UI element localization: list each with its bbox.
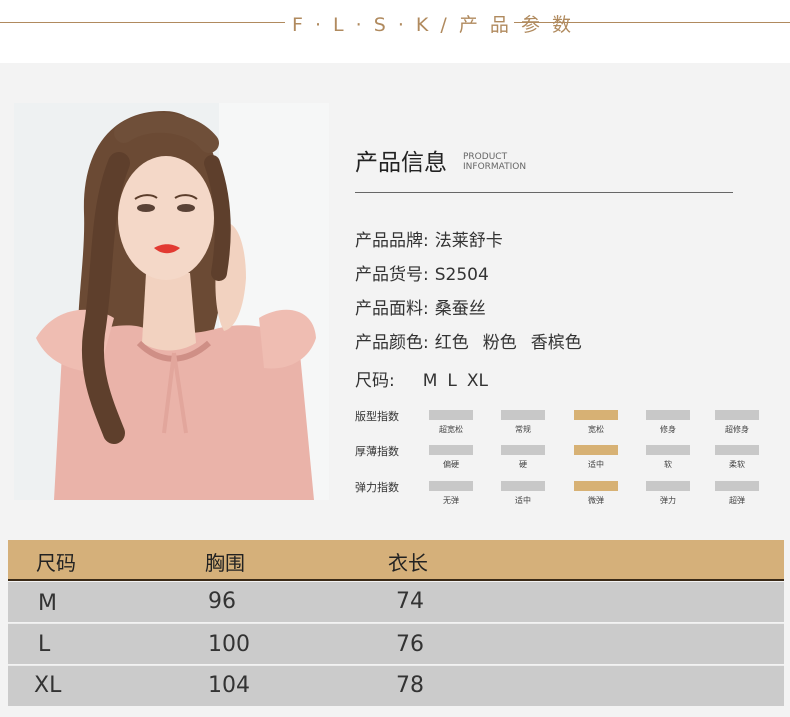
fit-option-2: 常规 bbox=[515, 425, 531, 434]
thickness-bar-1 bbox=[429, 445, 473, 455]
fit-bar-2 bbox=[501, 410, 545, 420]
thickness-option-3: 适中 bbox=[588, 460, 604, 469]
thickness-option-5: 柔软 bbox=[729, 460, 745, 469]
cell-size: M bbox=[38, 591, 57, 616]
brand-label: 产品品牌: bbox=[355, 231, 429, 251]
fit-option-5: 超修身 bbox=[725, 425, 749, 434]
cell-chest: 104 bbox=[208, 673, 250, 698]
cell-chest: 96 bbox=[208, 589, 236, 614]
color-value-2: 粉色 bbox=[482, 333, 517, 353]
product-info-title: 产品信息 bbox=[355, 150, 447, 176]
header-size: 尺码 bbox=[36, 551, 76, 575]
elasticity-option-1: 无弹 bbox=[443, 496, 459, 505]
header-title: F · L · S · K / 产 品 参 数 bbox=[292, 14, 574, 36]
cell-size: XL bbox=[34, 673, 62, 698]
size-value-1: M bbox=[422, 371, 438, 391]
color-value-3: 香槟色 bbox=[530, 333, 582, 353]
elasticity-bar-4 bbox=[646, 481, 690, 491]
cell-length: 74 bbox=[396, 589, 424, 614]
fabric-label: 产品面料: bbox=[355, 299, 429, 319]
fabric-value: 桑蚕丝 bbox=[434, 299, 486, 319]
cell-chest: 100 bbox=[208, 632, 250, 657]
sku-label: 产品货号: bbox=[355, 265, 429, 285]
fit-option-3: 宽松 bbox=[588, 425, 604, 434]
elasticity-option-5: 超弹 bbox=[729, 496, 745, 505]
header-line-right bbox=[514, 22, 790, 23]
brand-value: 法莱舒卡 bbox=[434, 231, 503, 251]
brand-row: 产品品牌: 法莱舒卡 bbox=[355, 226, 503, 251]
product-photo bbox=[14, 103, 329, 500]
elasticity-bar-2 bbox=[501, 481, 545, 491]
table-row: M 96 74 bbox=[8, 582, 784, 622]
color-row: 产品颜色: 红色 粉色 香槟色 bbox=[355, 328, 582, 353]
size-value-3: XL bbox=[466, 371, 489, 391]
fit-option-4: 修身 bbox=[660, 425, 676, 434]
thickness-index-label: 厚薄指数 bbox=[355, 445, 399, 458]
product-info-subtitle: PRODUCT INFORMATION bbox=[463, 152, 553, 172]
thickness-bar-4 bbox=[646, 445, 690, 455]
model-illustration bbox=[14, 103, 329, 500]
table-row: L 100 76 bbox=[8, 624, 784, 664]
table-row: XL 104 78 bbox=[8, 666, 784, 706]
size-table-header: 尺码 胸围 衣长 bbox=[8, 540, 784, 581]
cell-length: 76 bbox=[396, 632, 424, 657]
fit-index-label: 版型指数 bbox=[355, 410, 399, 423]
thickness-bar-2 bbox=[501, 445, 545, 455]
product-info-heading: 产品信息 PRODUCT INFORMATION bbox=[355, 143, 526, 177]
fabric-row: 产品面料: 桑蚕丝 bbox=[355, 294, 486, 319]
color-value-1: 红色 bbox=[434, 333, 469, 353]
header-chest: 胸围 bbox=[205, 551, 245, 575]
thickness-bar-3 bbox=[574, 445, 618, 455]
elasticity-option-4: 弹力 bbox=[660, 496, 676, 505]
cell-length: 78 bbox=[396, 673, 424, 698]
elasticity-bar-3 bbox=[574, 481, 618, 491]
header-length: 衣长 bbox=[388, 551, 428, 575]
thickness-bar-5 bbox=[715, 445, 759, 455]
thickness-option-4: 软 bbox=[664, 460, 672, 469]
cell-size: L bbox=[38, 632, 51, 657]
subtitle-line-1: PRODUCT bbox=[463, 152, 508, 162]
sku-value: S2504 bbox=[434, 265, 489, 285]
sku-row: 产品货号: S2504 bbox=[355, 260, 489, 285]
elasticity-option-2: 适中 bbox=[515, 496, 531, 505]
fit-bar-1 bbox=[429, 410, 473, 420]
fit-bar-5 bbox=[715, 410, 759, 420]
fit-option-1: 超宽松 bbox=[439, 425, 463, 434]
elasticity-option-3: 微弹 bbox=[588, 496, 604, 505]
header-line-left bbox=[0, 22, 285, 23]
info-divider bbox=[355, 192, 733, 193]
size-row: 尺码: M L XL bbox=[355, 366, 498, 391]
thickness-option-1: 偏硬 bbox=[443, 460, 459, 469]
elasticity-index-label: 弹力指数 bbox=[355, 481, 399, 494]
elasticity-bar-5 bbox=[715, 481, 759, 491]
fit-bar-3 bbox=[574, 410, 618, 420]
thickness-option-2: 硬 bbox=[519, 460, 527, 469]
size-label: 尺码: bbox=[355, 371, 395, 391]
elasticity-bar-1 bbox=[429, 481, 473, 491]
color-label: 产品颜色: bbox=[355, 333, 429, 353]
fit-bar-4 bbox=[646, 410, 690, 420]
subtitle-line-2: INFORMATION bbox=[463, 162, 527, 172]
size-value-2: L bbox=[447, 371, 457, 391]
page-header: F · L · S · K / 产 品 参 数 bbox=[0, 0, 790, 62]
